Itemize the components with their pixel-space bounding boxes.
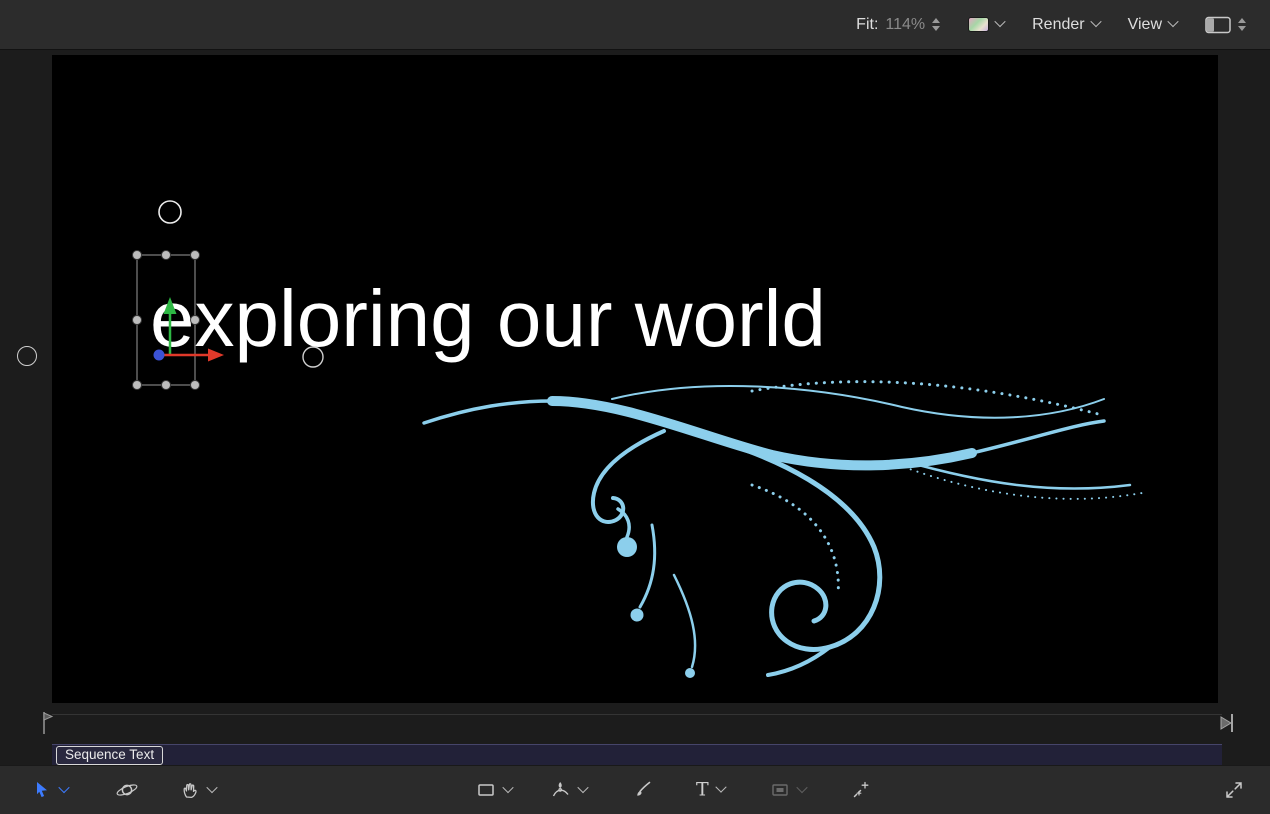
adjust-glyph-tool[interactable] [851,780,871,800]
mask-tool[interactable] [770,780,806,800]
expand-canvas-control[interactable] [1224,780,1244,800]
timeline-track-label[interactable]: Sequence Text [56,746,163,765]
canvas-overlay [52,55,1218,703]
paint-brush-icon[interactable] [633,780,653,800]
zoom-control[interactable]: Fit: 114% [856,16,940,34]
tools-toolbar: T [0,765,1270,814]
canvas-toolbar: Fit: 114% Render View [0,0,1270,50]
text-tool[interactable]: T [696,781,725,800]
window-layout-stepper-icon[interactable] [1238,18,1246,31]
render-label: Render [1032,16,1084,34]
zoom-value[interactable]: 114% [885,16,925,34]
pan-hand-icon[interactable] [180,780,200,800]
text-tool-icon[interactable]: T [696,781,709,800]
origin-point-handle[interactable] [154,350,165,361]
anchor-circle-left[interactable] [17,346,37,366]
play-range-in-marker-icon[interactable] [40,711,54,735]
bezier-tool[interactable] [551,780,587,800]
chevron-down-icon[interactable] [1167,16,1178,27]
selection-handles[interactable] [133,251,200,390]
anchor-circle-top[interactable] [159,201,181,223]
view-menu[interactable]: View [1128,16,1177,34]
chevron-down-icon[interactable] [1090,16,1101,27]
sparkle-adjust-icon[interactable] [851,780,871,800]
select-tool[interactable] [32,780,68,800]
chevron-down-icon[interactable] [206,781,217,792]
expand-arrows-icon[interactable] [1224,780,1244,800]
anchor-circle-middle[interactable] [303,347,323,367]
y-axis-arrow[interactable] [164,297,177,354]
orbit-3d-icon[interactable] [115,779,139,801]
window-layout-control[interactable] [1205,16,1246,34]
app-window: Fit: 114% Render View exploring our worl… [0,0,1270,814]
rectangle-tool[interactable] [476,780,512,800]
window-layout-icon[interactable] [1205,16,1231,34]
canvas-viewport[interactable]: exploring our world [52,55,1218,703]
pan-tool[interactable] [180,780,216,800]
chevron-down-icon[interactable] [994,16,1005,27]
selection-bounding-box[interactable] [133,251,200,390]
swirl-flourish-graphic[interactable] [424,382,1142,678]
chevron-down-icon[interactable] [715,781,726,792]
select-arrow-icon[interactable] [32,780,52,800]
bezier-pen-icon[interactable] [551,780,571,800]
image-mask-icon[interactable] [770,780,790,800]
zoom-stepper-icon[interactable] [932,18,940,31]
render-menu[interactable]: Render [1032,16,1099,34]
chevron-down-icon[interactable] [502,781,513,792]
chevron-down-icon[interactable] [58,781,69,792]
orbit-3d-tool[interactable] [115,779,139,801]
timeline-track-bar[interactable]: Sequence Text [52,744,1222,765]
view-label: View [1128,16,1162,34]
channels-control[interactable] [968,17,1004,32]
x-axis-arrow[interactable] [162,349,224,362]
color-channels-icon[interactable] [968,17,989,32]
paint-stroke-tool[interactable] [633,780,653,800]
rectangle-icon[interactable] [476,780,496,800]
range-track-line [52,714,1222,715]
chevron-down-icon[interactable] [796,781,807,792]
chevron-down-icon[interactable] [577,781,588,792]
fit-label: Fit: [856,16,878,34]
play-range-strip [0,703,1270,744]
play-range-out-marker-icon[interactable] [1219,713,1235,733]
